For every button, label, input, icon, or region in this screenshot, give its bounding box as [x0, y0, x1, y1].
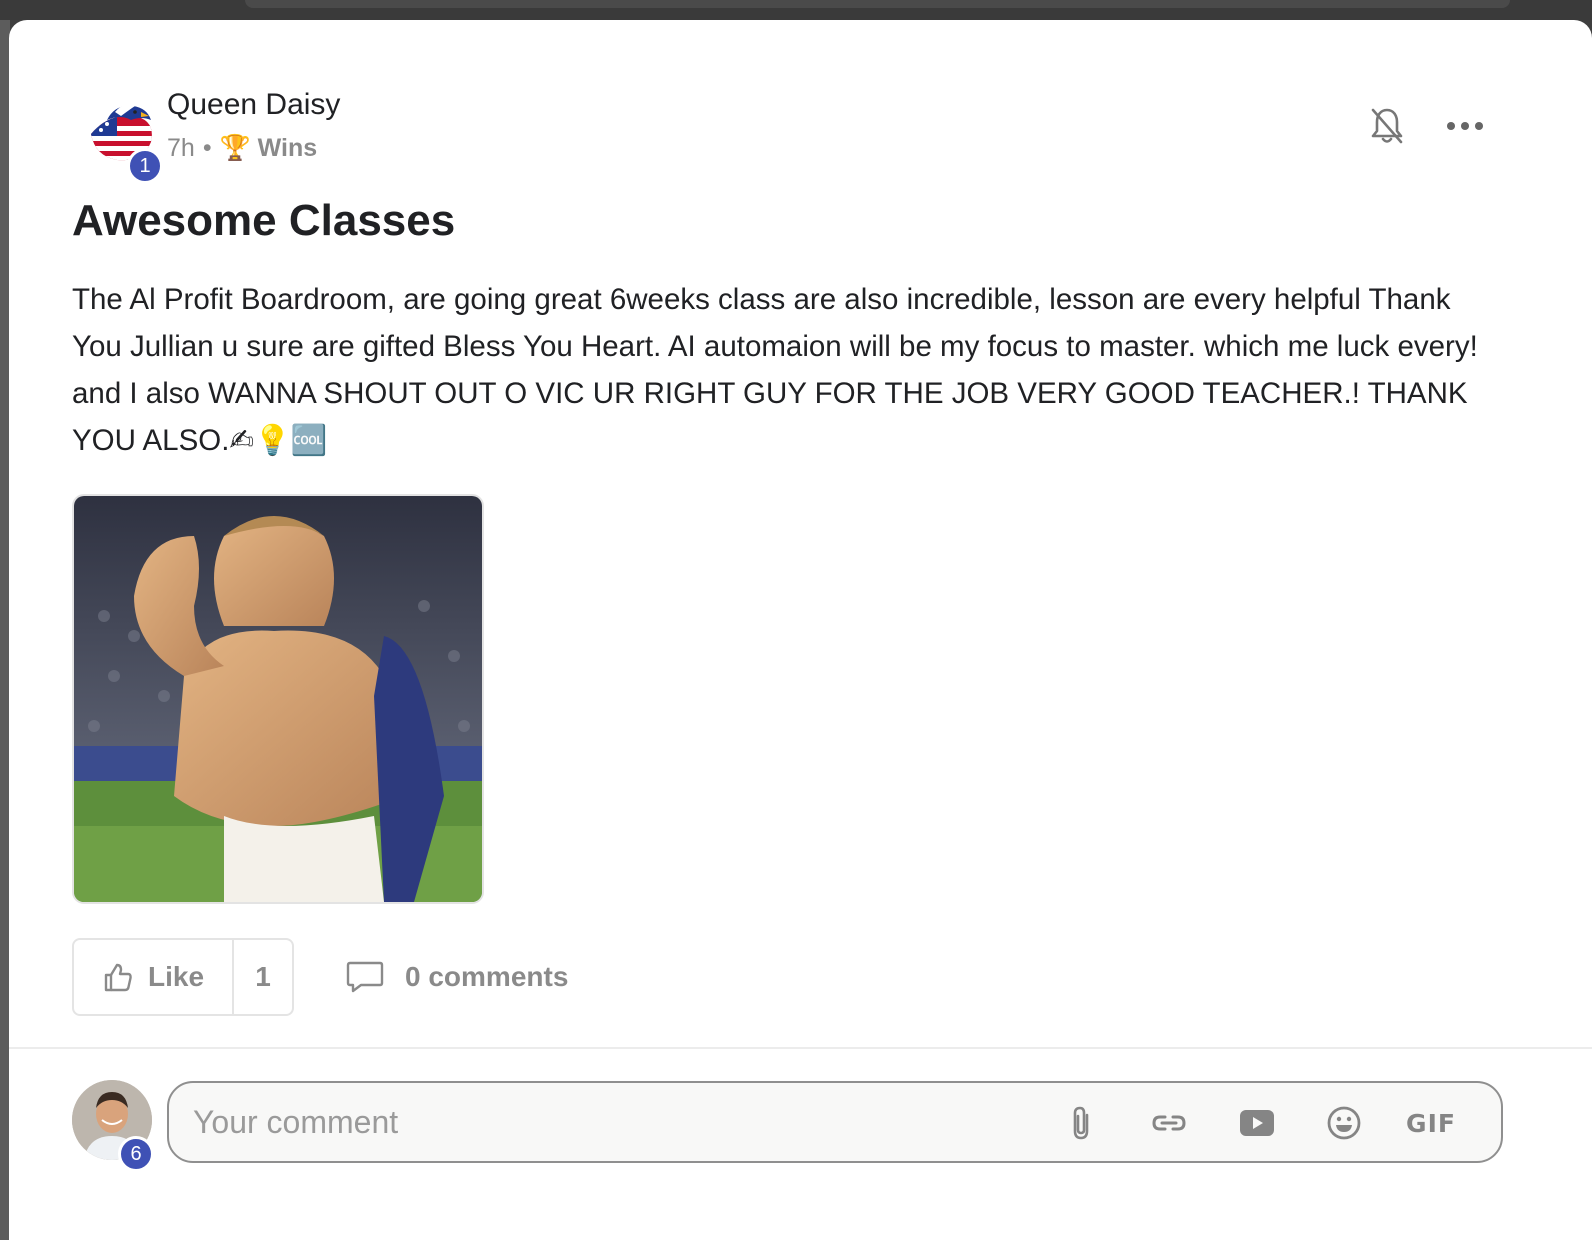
link-icon: [1152, 1115, 1186, 1131]
current-user-level-badge: 6: [118, 1136, 154, 1172]
post-image[interactable]: [72, 494, 484, 904]
video-button[interactable]: [1237, 1103, 1277, 1143]
trophy-icon: 🏆: [219, 134, 251, 162]
category-label: Wins: [257, 134, 318, 162]
post-title: Awesome Classes: [72, 196, 456, 245]
bell-off-icon: [1371, 108, 1403, 144]
more-icon: [1447, 122, 1483, 130]
like-count[interactable]: 1: [234, 940, 292, 1014]
more-options-button[interactable]: [1445, 116, 1485, 136]
author-level-badge: 1: [127, 148, 163, 184]
comment-icon: [346, 961, 384, 993]
comments-label: 0 comments: [405, 961, 569, 992]
comment-input[interactable]: [193, 1097, 1013, 1147]
post-time[interactable]: 7h: [167, 134, 195, 163]
meta-separator: •: [202, 134, 212, 162]
emoji-button[interactable]: [1324, 1103, 1364, 1143]
comments-button[interactable]: 0 comments: [345, 956, 568, 998]
youtube-icon: [1240, 1110, 1274, 1136]
author-avatar-wrap[interactable]: 1: [81, 90, 165, 184]
backdrop-top: [0, 0, 1592, 20]
like-label: Like: [147, 961, 205, 992]
link-button[interactable]: [1149, 1103, 1189, 1143]
category-link[interactable]: 🏆 Wins: [220, 134, 318, 163]
like-button[interactable]: Like: [74, 940, 234, 1014]
comment-box: GIF: [167, 1081, 1503, 1163]
gif-button[interactable]: GIF: [1405, 1103, 1457, 1143]
author-name[interactable]: Queen Daisy: [167, 88, 340, 122]
post-modal: 1 Queen Daisy 7h • 🏆 Wins Awesome Classe…: [9, 20, 1592, 1240]
post-meta: 7h • 🏆 Wins: [167, 134, 317, 163]
backdrop-bar: [245, 0, 1510, 8]
paperclip-icon: [1073, 1106, 1089, 1140]
composer-divider: [9, 1047, 1592, 1049]
smiley-icon: [1327, 1106, 1361, 1140]
post-body: The Al Profit Boardroom, are going great…: [72, 283, 1478, 457]
post-gif-image: [74, 496, 482, 902]
thumbs-up-icon: [104, 963, 132, 992]
current-user-avatar-wrap[interactable]: 6: [72, 1080, 156, 1172]
attach-button[interactable]: [1061, 1103, 1101, 1143]
like-group: Like 1: [72, 938, 294, 1016]
notifications-off-button[interactable]: [1369, 106, 1405, 146]
